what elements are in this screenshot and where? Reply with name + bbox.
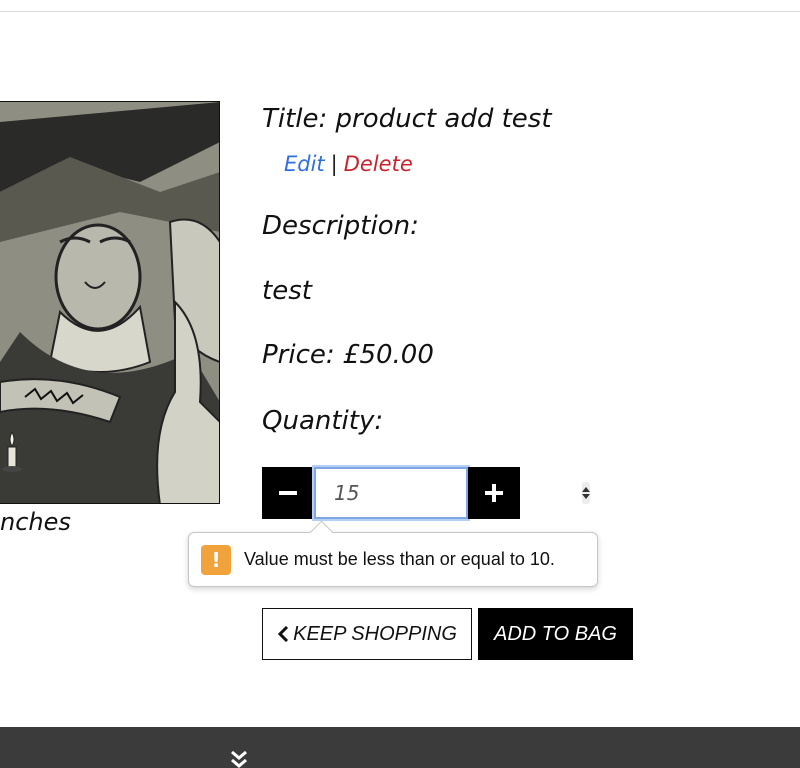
decrement-button[interactable] [262, 467, 314, 519]
delete-link[interactable]: Delete [344, 152, 413, 176]
product-title: Title: product add test [262, 104, 552, 134]
top-divider [0, 11, 800, 12]
product-image[interactable] [0, 101, 220, 504]
admin-links: Edit | Delete [284, 152, 413, 176]
quantity-input[interactable] [316, 480, 582, 506]
double-chevron-down-icon[interactable] [229, 751, 249, 768]
minus-icon [279, 491, 297, 495]
link-separator: | [330, 152, 338, 176]
product-price: Price: £50.00 [262, 340, 434, 370]
keep-shopping-button[interactable]: KEEP SHOPPING [262, 608, 472, 660]
spin-down-icon[interactable] [582, 494, 590, 499]
add-to-bag-button[interactable]: ADD TO BAG [478, 608, 633, 660]
tooltip-arrow [309, 520, 334, 545]
warning-icon: ! [201, 544, 231, 575]
keep-shopping-label: KEEP SHOPPING [293, 622, 457, 645]
quantity-stepper [262, 467, 590, 519]
validation-tooltip: ! Value must be less than or equal to 10… [188, 520, 598, 587]
quantity-label: Quantity: [262, 406, 384, 436]
image-caption: nches [0, 508, 71, 536]
spin-buttons[interactable] [582, 482, 590, 504]
quantity-field [314, 467, 590, 519]
spin-up-icon[interactable] [582, 487, 590, 492]
plus-icon [485, 484, 503, 502]
chevron-left-icon [278, 626, 289, 642]
description-label: Description: [262, 211, 419, 241]
footer-bar [0, 727, 800, 768]
edit-link[interactable]: Edit [284, 152, 325, 176]
validation-message: Value must be less than or equal to 10. [244, 549, 555, 569]
increment-button[interactable] [468, 467, 520, 519]
product-description: test [262, 276, 312, 306]
add-to-bag-label: ADD TO BAG [494, 622, 617, 645]
